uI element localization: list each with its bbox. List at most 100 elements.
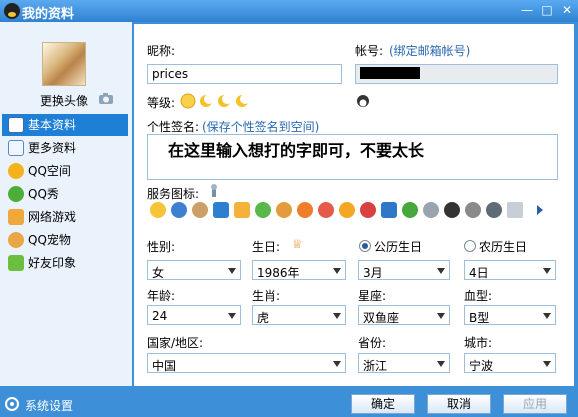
service-heart-icon[interactable] — [318, 202, 334, 218]
birth-month-select[interactable]: 3月 — [358, 260, 450, 280]
service-pai-icon[interactable] — [171, 202, 187, 218]
game-character-icon — [8, 209, 24, 225]
service-home-icon[interactable] — [255, 202, 271, 218]
sidebar-item-impression[interactable]: 好友印象 — [2, 252, 128, 274]
nickname-label: 昵称: — [147, 44, 176, 58]
chevron-down-icon — [228, 268, 236, 274]
ok-button[interactable]: 确定 — [351, 394, 415, 414]
nickname-input[interactable]: prices — [147, 64, 342, 84]
avatar[interactable] — [42, 42, 86, 86]
sidebar-item-qzone[interactable]: QQ空间 — [2, 160, 128, 182]
age-select[interactable]: 24 — [147, 305, 241, 325]
service-pai-gray-icon[interactable] — [465, 202, 481, 218]
save-signature-link[interactable]: (保存个性签名到空间) — [202, 118, 319, 135]
signature-input[interactable]: 在这里输入想打的字即可，不要太长 — [147, 134, 558, 180]
sidebar-item-more-info[interactable]: 更多资料 — [2, 137, 128, 159]
qq-penguin-icon — [4, 3, 20, 19]
service-qzone-icon[interactable] — [150, 202, 166, 218]
gender-label: 性别: — [147, 240, 176, 254]
camera-icon[interactable] — [98, 90, 114, 106]
lunar-birthday-label: 农历生日 — [479, 240, 528, 254]
profile-window: 我的资料 — □ ✕ 更换头像 基本资料 更多资料 QQ空间 QQ秀 网络游戏 — [0, 0, 578, 417]
signature-label: 个性签名: — [147, 120, 200, 134]
service-icons-label: 服务图标: — [147, 187, 200, 201]
footer-bar: 系统设置 确定 取消 应用 — [0, 386, 578, 417]
zodiac-label: 生肖: — [252, 289, 281, 303]
cancel-button[interactable]: 取消 — [427, 394, 491, 414]
service-heart-outline-icon[interactable] — [423, 202, 439, 218]
sidebar-item-basic-info[interactable]: 基本资料 — [2, 114, 128, 136]
constellation-label: 星座: — [358, 289, 387, 303]
system-settings-link[interactable]: 系统设置 — [25, 397, 73, 414]
zodiac-select[interactable]: 虎 — [252, 305, 346, 325]
sidebar-item-label: 更多资料 — [28, 141, 77, 155]
gear-icon[interactable] — [4, 396, 20, 412]
service-pet-icon[interactable] — [276, 202, 292, 218]
sidebar: 更换头像 基本资料 更多资料 QQ空间 QQ秀 网络游戏 QQ宠物 好友印象 — [0, 22, 132, 386]
service-shield-icon[interactable] — [486, 202, 502, 218]
minimize-button[interactable]: — — [518, 2, 536, 18]
country-label: 国家/地区: — [147, 336, 204, 350]
service-mail-icon[interactable] — [507, 202, 523, 218]
impression-icon — [8, 255, 24, 271]
chevron-down-icon — [543, 268, 551, 274]
document-icon — [8, 140, 24, 156]
province-label: 省份: — [358, 336, 387, 350]
service-fish-icon[interactable] — [297, 202, 313, 218]
birth-year-select[interactable]: 1986年 — [252, 260, 346, 280]
blood-type-label: 血型: — [464, 289, 493, 303]
change-avatar-link[interactable]: 更换头像 — [40, 92, 88, 109]
birth-day-select[interactable]: 4日 — [464, 260, 556, 280]
chevron-down-icon — [333, 268, 341, 274]
country-select[interactable]: 中国 — [147, 353, 346, 373]
service-face-icon[interactable] — [192, 202, 208, 218]
chevron-down-icon — [333, 361, 341, 367]
province-select[interactable]: 浙江 — [358, 353, 450, 373]
maximize-button[interactable]: □ — [538, 2, 556, 18]
service-pin-icon[interactable] — [360, 202, 376, 218]
chevron-down-icon — [333, 313, 341, 319]
service-phone-icon[interactable] — [213, 202, 229, 218]
sidebar-item-label: 网络游戏 — [28, 210, 77, 224]
level-label: 等级: — [147, 96, 176, 110]
redacted-account — [360, 67, 420, 79]
sidebar-item-pet[interactable]: QQ宠物 — [2, 229, 128, 251]
service-music-icon[interactable] — [234, 202, 250, 218]
chevron-down-icon — [543, 313, 551, 319]
sidebar-item-label: QQ空间 — [28, 164, 71, 178]
bind-email-link[interactable]: (绑定邮箱帐号) — [389, 42, 470, 59]
pet-icon — [8, 232, 24, 248]
qzone-star-icon — [8, 163, 24, 179]
window-title: 我的资料 — [22, 7, 75, 22]
lunar-birthday-radio[interactable] — [464, 240, 476, 252]
scroll-right-icon[interactable] — [536, 205, 544, 215]
birthday-label: 生日: — [252, 240, 281, 254]
solar-birthday-radio[interactable] — [359, 240, 371, 252]
sidebar-item-games[interactable]: 网络游戏 — [2, 206, 128, 228]
qqshow-icon — [8, 186, 24, 202]
service-game-icon[interactable] — [339, 202, 355, 218]
cake-icon: ♕ — [292, 237, 303, 251]
blood-type-select[interactable]: B型 — [464, 305, 556, 325]
city-select[interactable]: 宁波 — [464, 353, 556, 373]
sidebar-item-label: QQ秀 — [28, 187, 59, 201]
wrench-icon[interactable] — [208, 184, 220, 198]
sidebar-item-qqshow[interactable]: QQ秀 — [2, 183, 128, 205]
chevron-down-icon — [437, 268, 445, 274]
account-label: 帐号: — [355, 44, 384, 58]
apply-button[interactable]: 应用 — [503, 394, 567, 414]
gender-select[interactable]: 女 — [147, 260, 241, 280]
chevron-down-icon — [437, 313, 445, 319]
profile-form: 昵称: prices 帐号: (绑定邮箱帐号) 等级: 个性签名: (保存个性签… — [134, 24, 574, 386]
service-camera-icon[interactable] — [381, 202, 397, 218]
age-label: 年龄: — [147, 289, 176, 303]
constellation-select[interactable]: 双鱼座 — [358, 305, 450, 325]
solar-birthday-label: 公历生日 — [374, 240, 423, 254]
service-penguin-icon[interactable] — [444, 202, 460, 218]
close-button[interactable]: ✕ — [558, 2, 576, 18]
service-clover-icon[interactable] — [402, 202, 418, 218]
id-card-icon — [8, 117, 24, 133]
sidebar-item-label: 基本资料 — [28, 118, 77, 132]
level-icons[interactable] — [180, 93, 252, 109]
title-bar[interactable]: 我的资料 — □ ✕ — [0, 0, 578, 22]
